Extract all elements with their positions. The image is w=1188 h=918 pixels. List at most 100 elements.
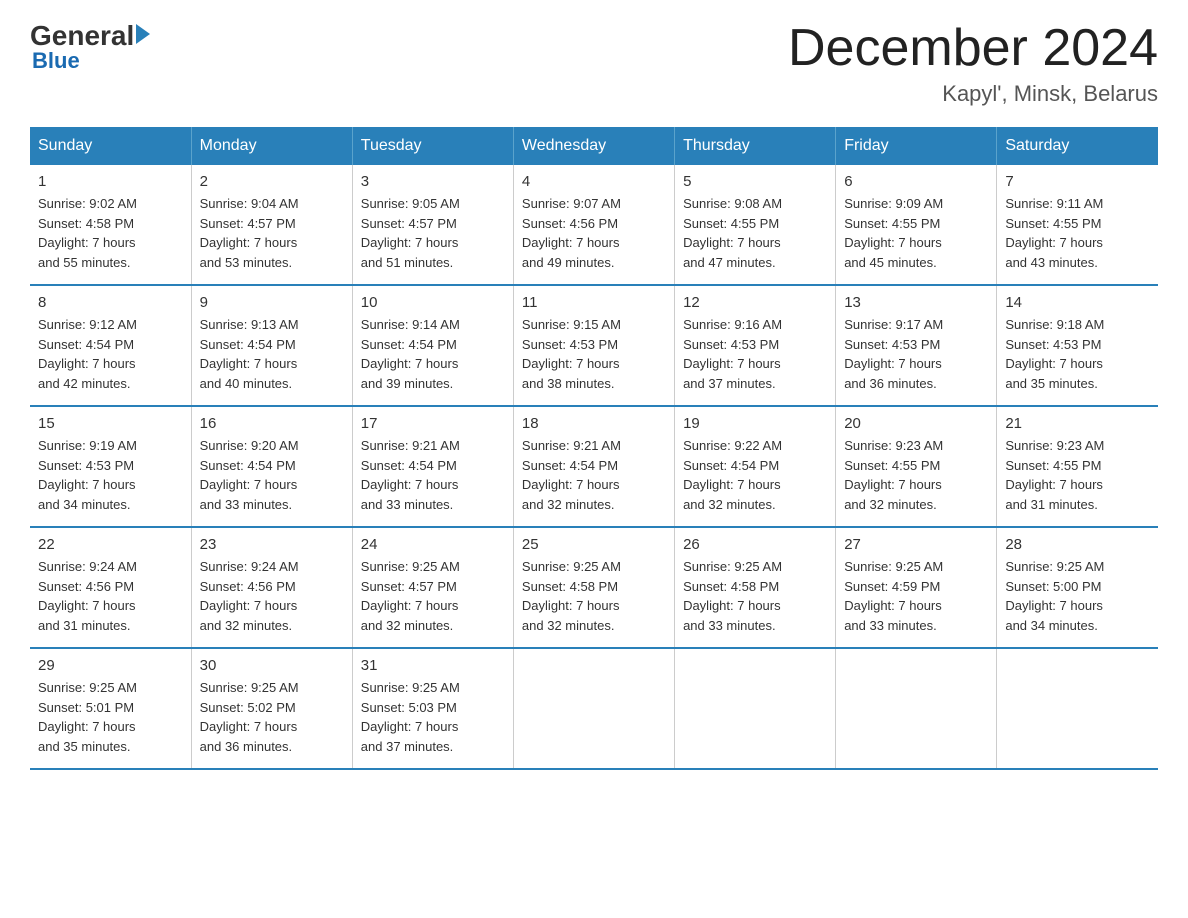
calendar-week-2: 8 Sunrise: 9:12 AMSunset: 4:54 PMDaylight… bbox=[30, 285, 1158, 406]
day-number: 24 bbox=[361, 536, 505, 553]
day-number: 28 bbox=[1005, 536, 1150, 553]
day-number: 18 bbox=[522, 415, 666, 432]
day-number: 19 bbox=[683, 415, 827, 432]
calendar-week-3: 15 Sunrise: 9:19 AMSunset: 4:53 PMDayligh… bbox=[30, 406, 1158, 527]
day-info: Sunrise: 9:05 AMSunset: 4:57 PMDaylight:… bbox=[361, 194, 505, 272]
day-info: Sunrise: 9:24 AMSunset: 4:56 PMDaylight:… bbox=[200, 557, 344, 635]
day-info: Sunrise: 9:13 AMSunset: 4:54 PMDaylight:… bbox=[200, 315, 344, 393]
calendar-day: 31 Sunrise: 9:25 AMSunset: 5:03 PMDayligh… bbox=[352, 648, 513, 769]
day-info: Sunrise: 9:24 AMSunset: 4:56 PMDaylight:… bbox=[38, 557, 183, 635]
calendar-table: SundayMondayTuesdayWednesdayThursdayFrid… bbox=[30, 127, 1158, 770]
day-info: Sunrise: 9:22 AMSunset: 4:54 PMDaylight:… bbox=[683, 436, 827, 514]
day-info: Sunrise: 9:12 AMSunset: 4:54 PMDaylight:… bbox=[38, 315, 183, 393]
header-thursday: Thursday bbox=[675, 127, 836, 165]
calendar-week-5: 29 Sunrise: 9:25 AMSunset: 5:01 PMDayligh… bbox=[30, 648, 1158, 769]
location-text: Kapyl', Minsk, Belarus bbox=[788, 81, 1158, 107]
day-info: Sunrise: 9:25 AMSunset: 5:01 PMDaylight:… bbox=[38, 678, 183, 756]
day-info: Sunrise: 9:17 AMSunset: 4:53 PMDaylight:… bbox=[844, 315, 988, 393]
calendar-day: 14Sunrise: 9:18 AMSunset: 4:53 PMDayligh… bbox=[997, 285, 1158, 406]
calendar-day bbox=[836, 648, 997, 769]
day-info: Sunrise: 9:11 AMSunset: 4:55 PMDaylight:… bbox=[1005, 194, 1150, 272]
day-info: Sunrise: 9:15 AMSunset: 4:53 PMDaylight:… bbox=[522, 315, 666, 393]
calendar-day: 15 Sunrise: 9:19 AMSunset: 4:53 PMDayligh… bbox=[30, 406, 191, 527]
day-info: Sunrise: 9:02 AMSunset: 4:58 PMDaylight:… bbox=[38, 194, 183, 272]
day-number: 21 bbox=[1005, 415, 1150, 432]
calendar-day: 27 Sunrise: 9:25 AMSunset: 4:59 PMDayligh… bbox=[836, 527, 997, 648]
day-info: Sunrise: 9:16 AMSunset: 4:53 PMDaylight:… bbox=[683, 315, 827, 393]
day-info: Sunrise: 9:23 AMSunset: 4:55 PMDaylight:… bbox=[1005, 436, 1150, 514]
calendar-day: 8 Sunrise: 9:12 AMSunset: 4:54 PMDaylight… bbox=[30, 285, 191, 406]
day-number: 1 bbox=[38, 173, 183, 190]
day-info: Sunrise: 9:07 AMSunset: 4:56 PMDaylight:… bbox=[522, 194, 666, 272]
calendar-day: 23 Sunrise: 9:24 AMSunset: 4:56 PMDayligh… bbox=[191, 527, 352, 648]
day-info: Sunrise: 9:25 AMSunset: 4:59 PMDaylight:… bbox=[844, 557, 988, 635]
day-number: 6 bbox=[844, 173, 988, 190]
calendar-day: 20Sunrise: 9:23 AMSunset: 4:55 PMDayligh… bbox=[836, 406, 997, 527]
day-info: Sunrise: 9:25 AMSunset: 4:58 PMDaylight:… bbox=[683, 557, 827, 635]
day-info: Sunrise: 9:08 AMSunset: 4:55 PMDaylight:… bbox=[683, 194, 827, 272]
header-monday: Monday bbox=[191, 127, 352, 165]
day-number: 20 bbox=[844, 415, 988, 432]
day-info: Sunrise: 9:25 AMSunset: 5:02 PMDaylight:… bbox=[200, 678, 344, 756]
day-number: 25 bbox=[522, 536, 666, 553]
calendar-day: 17Sunrise: 9:21 AMSunset: 4:54 PMDayligh… bbox=[352, 406, 513, 527]
header-saturday: Saturday bbox=[997, 127, 1158, 165]
calendar-day: 1 Sunrise: 9:02 AMSunset: 4:58 PMDaylight… bbox=[30, 165, 191, 285]
calendar-week-4: 22 Sunrise: 9:24 AMSunset: 4:56 PMDayligh… bbox=[30, 527, 1158, 648]
day-number: 8 bbox=[38, 294, 183, 311]
calendar-day: 5 Sunrise: 9:08 AMSunset: 4:55 PMDaylight… bbox=[675, 165, 836, 285]
title-block: December 2024 Kapyl', Minsk, Belarus bbox=[788, 20, 1158, 107]
calendar-day bbox=[513, 648, 674, 769]
day-info: Sunrise: 9:25 AMSunset: 5:03 PMDaylight:… bbox=[361, 678, 505, 756]
calendar-day: 28 Sunrise: 9:25 AMSunset: 5:00 PMDayligh… bbox=[997, 527, 1158, 648]
calendar-day: 9Sunrise: 9:13 AMSunset: 4:54 PMDaylight… bbox=[191, 285, 352, 406]
day-number: 2 bbox=[200, 173, 344, 190]
calendar-day: 24Sunrise: 9:25 AMSunset: 4:57 PMDayligh… bbox=[352, 527, 513, 648]
day-number: 14 bbox=[1005, 294, 1150, 311]
day-number: 31 bbox=[361, 657, 505, 674]
day-info: Sunrise: 9:19 AMSunset: 4:53 PMDaylight:… bbox=[38, 436, 183, 514]
calendar-day: 30Sunrise: 9:25 AMSunset: 5:02 PMDayligh… bbox=[191, 648, 352, 769]
header-wednesday: Wednesday bbox=[513, 127, 674, 165]
day-number: 22 bbox=[38, 536, 183, 553]
day-info: Sunrise: 9:21 AMSunset: 4:54 PMDaylight:… bbox=[522, 436, 666, 514]
day-info: Sunrise: 9:25 AMSunset: 5:00 PMDaylight:… bbox=[1005, 557, 1150, 635]
day-number: 10 bbox=[361, 294, 505, 311]
calendar-day: 21 Sunrise: 9:23 AMSunset: 4:55 PMDayligh… bbox=[997, 406, 1158, 527]
calendar-day: 19 Sunrise: 9:22 AMSunset: 4:54 PMDayligh… bbox=[675, 406, 836, 527]
page-header: General Blue December 2024 Kapyl', Minsk… bbox=[30, 20, 1158, 107]
day-info: Sunrise: 9:09 AMSunset: 4:55 PMDaylight:… bbox=[844, 194, 988, 272]
day-info: Sunrise: 9:25 AMSunset: 4:58 PMDaylight:… bbox=[522, 557, 666, 635]
calendar-day: 6 Sunrise: 9:09 AMSunset: 4:55 PMDaylight… bbox=[836, 165, 997, 285]
calendar-day: 10 Sunrise: 9:14 AMSunset: 4:54 PMDayligh… bbox=[352, 285, 513, 406]
day-number: 7 bbox=[1005, 173, 1150, 190]
calendar-day: 16 Sunrise: 9:20 AMSunset: 4:54 PMDayligh… bbox=[191, 406, 352, 527]
day-number: 15 bbox=[38, 415, 183, 432]
calendar-day: 18 Sunrise: 9:21 AMSunset: 4:54 PMDayligh… bbox=[513, 406, 674, 527]
calendar-day: 12Sunrise: 9:16 AMSunset: 4:53 PMDayligh… bbox=[675, 285, 836, 406]
day-number: 4 bbox=[522, 173, 666, 190]
day-info: Sunrise: 9:20 AMSunset: 4:54 PMDaylight:… bbox=[200, 436, 344, 514]
day-number: 3 bbox=[361, 173, 505, 190]
calendar-day bbox=[675, 648, 836, 769]
calendar-week-1: 1 Sunrise: 9:02 AMSunset: 4:58 PMDaylight… bbox=[30, 165, 1158, 285]
calendar-day: 29 Sunrise: 9:25 AMSunset: 5:01 PMDayligh… bbox=[30, 648, 191, 769]
logo-blue-text: Blue bbox=[32, 48, 80, 74]
logo: General Blue bbox=[30, 20, 150, 74]
calendar-day: 2Sunrise: 9:04 AMSunset: 4:57 PMDaylight… bbox=[191, 165, 352, 285]
day-number: 16 bbox=[200, 415, 344, 432]
header-sunday: Sunday bbox=[30, 127, 191, 165]
day-number: 13 bbox=[844, 294, 988, 311]
logo-triangle-icon bbox=[136, 24, 150, 44]
calendar-day: 11 Sunrise: 9:15 AMSunset: 4:53 PMDayligh… bbox=[513, 285, 674, 406]
day-number: 23 bbox=[200, 536, 344, 553]
calendar-day: 3 Sunrise: 9:05 AMSunset: 4:57 PMDaylight… bbox=[352, 165, 513, 285]
day-info: Sunrise: 9:14 AMSunset: 4:54 PMDaylight:… bbox=[361, 315, 505, 393]
day-number: 27 bbox=[844, 536, 988, 553]
day-number: 17 bbox=[361, 415, 505, 432]
header-friday: Friday bbox=[836, 127, 997, 165]
day-number: 29 bbox=[38, 657, 183, 674]
day-number: 11 bbox=[522, 294, 666, 311]
header-tuesday: Tuesday bbox=[352, 127, 513, 165]
day-number: 5 bbox=[683, 173, 827, 190]
